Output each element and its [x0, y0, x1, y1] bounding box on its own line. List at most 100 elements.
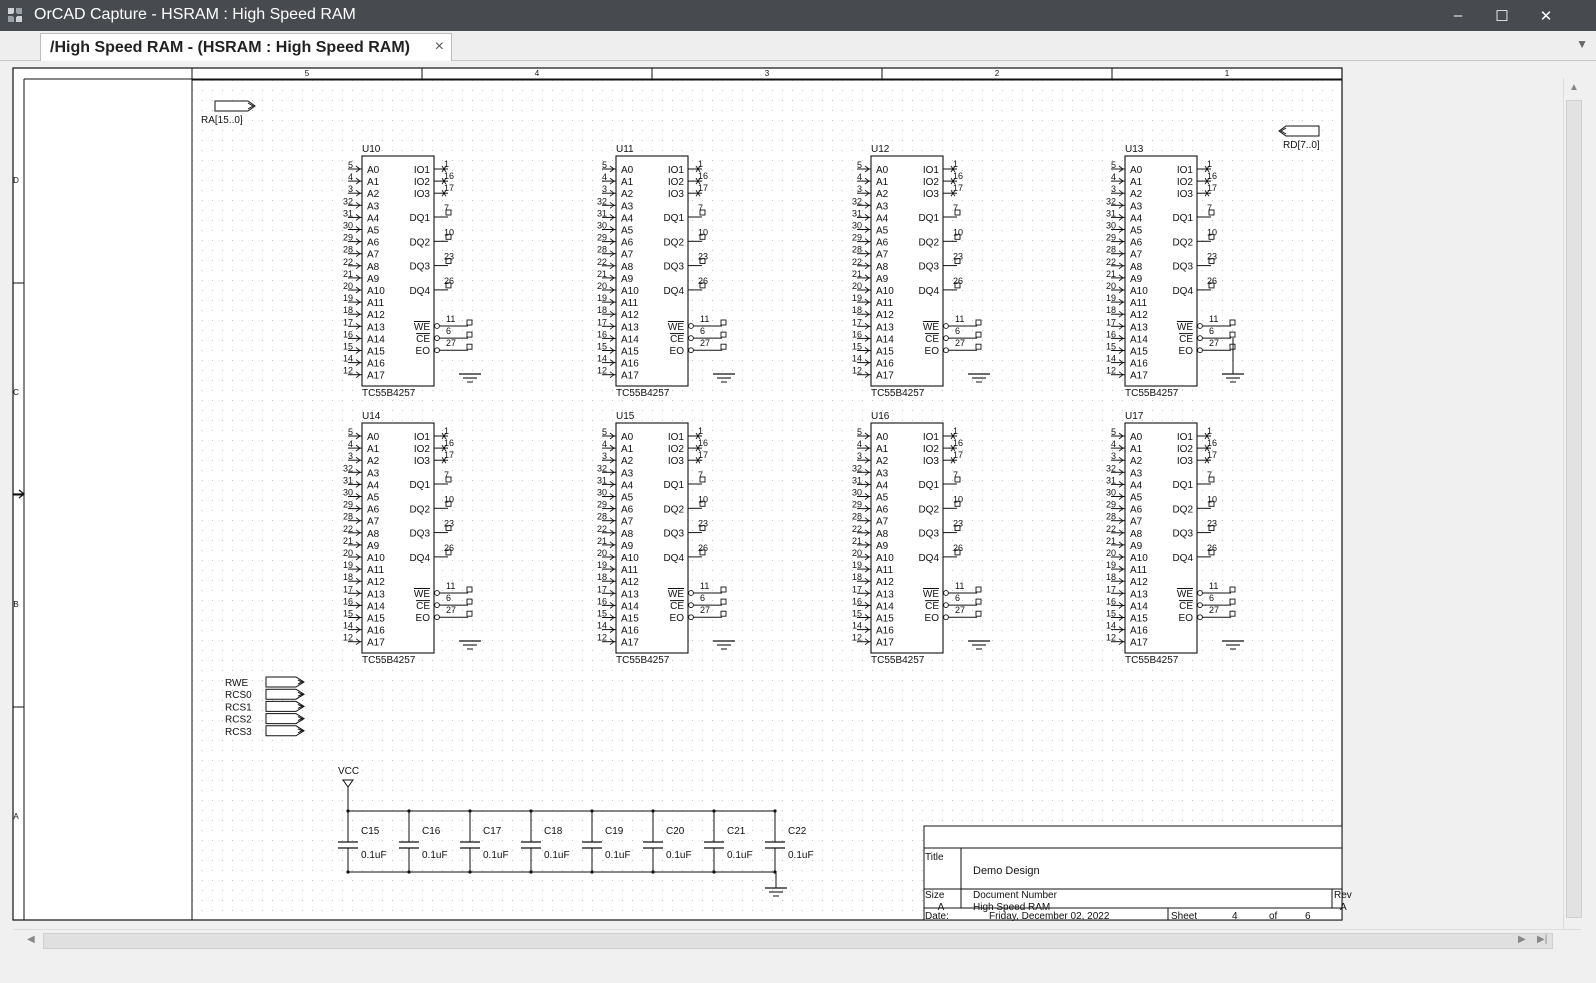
pin-number: 29: [1106, 500, 1116, 510]
pin-number: 11: [1209, 314, 1218, 324]
pin-number: 31: [852, 475, 862, 485]
pin-label: A9: [1130, 274, 1143, 285]
pin-label: A16: [1130, 359, 1148, 370]
pin-number: 17: [953, 450, 963, 460]
pin-number: 16: [1106, 596, 1116, 606]
pin-number: 5: [348, 160, 353, 170]
pin-number: 30: [852, 488, 862, 498]
minimize-button[interactable]: –: [1436, 0, 1480, 31]
inverter-bubble-icon: [943, 323, 949, 329]
pin-number: 18: [1106, 572, 1116, 582]
pin-number: 21: [597, 536, 607, 546]
pin-label: A14: [876, 601, 894, 612]
pin-number: 19: [852, 293, 862, 303]
junction-dot: [529, 870, 533, 874]
pin-number: 14: [1106, 354, 1116, 364]
vertical-scrollbar[interactable]: ▲ ▼: [1563, 78, 1584, 950]
scroll-end-icon[interactable]: ▶|: [1537, 934, 1547, 945]
offpage-stub-icon: [466, 610, 473, 617]
junction-dot: [651, 870, 655, 874]
pin-label: DQ1: [409, 213, 430, 224]
port-control-icon: [265, 713, 305, 725]
pin-number: 30: [343, 221, 353, 231]
ruler-column-label: 2: [995, 69, 1000, 78]
capacitor-value: 0.1uF: [788, 850, 814, 861]
schematic-page[interactable]: 54321 DCBA U10TC55B4257A05A14A23A332A431…: [0, 61, 1596, 983]
pin-label: IO2: [414, 177, 431, 188]
pin-label: EO: [1179, 613, 1194, 624]
pin-number: 16: [444, 438, 454, 448]
pin-number: 1: [1207, 159, 1212, 169]
pin-number: 22: [597, 257, 607, 267]
orcad-app-icon[interactable]: [7, 7, 23, 23]
pin-number: 18: [1106, 305, 1116, 315]
pin-label: A0: [1130, 165, 1143, 176]
offpage-stub-icon: [720, 610, 727, 617]
pin-number: 30: [852, 221, 862, 231]
capacitor-refdes: C22: [788, 826, 807, 837]
pin-label: A12: [621, 577, 639, 588]
pin-label: A3: [367, 468, 380, 479]
pin-number: 22: [852, 257, 862, 267]
pin-number: 10: [698, 494, 708, 504]
pin-label: DQ1: [1172, 213, 1193, 224]
document-tab-bar: /High Speed RAM - (HSRAM : High Speed RA…: [0, 31, 1596, 61]
pin-number: 7: [953, 203, 958, 213]
horizontal-scroll-thumb[interactable]: [43, 933, 1553, 949]
vertical-scroll-thumb[interactable]: [1566, 100, 1582, 918]
pin-label: DQ3: [918, 529, 939, 540]
offpage-stub-icon: [720, 598, 727, 605]
pin-label: A14: [621, 334, 639, 345]
scroll-right-icon[interactable]: ▶: [1518, 934, 1526, 945]
pin-label: A11: [876, 298, 893, 309]
pin-label: A12: [367, 310, 385, 321]
inverter-bubble-icon: [688, 335, 694, 341]
pin-label: A15: [876, 347, 894, 358]
pin-label: A1: [367, 444, 380, 455]
pin-label: A5: [367, 226, 380, 237]
scroll-up-icon[interactable]: ▲: [1569, 82, 1579, 93]
pin-number: 26: [1207, 543, 1217, 553]
pin-number: 7: [698, 470, 703, 480]
scroll-left-icon[interactable]: ◀: [27, 934, 35, 945]
capacitor-refdes: C18: [544, 826, 563, 837]
port-rd-icon: [1278, 125, 1320, 137]
pin-number: 17: [953, 183, 963, 193]
tab-close-icon[interactable]: ×: [435, 38, 444, 56]
pin-label: A7: [1130, 517, 1143, 528]
pin-label: EO: [670, 346, 685, 357]
pin-number: 7: [1207, 203, 1212, 213]
inverter-bubble-icon: [434, 590, 440, 596]
pin-number: 32: [1106, 463, 1116, 473]
pin-number: 21: [343, 269, 353, 279]
inverter-bubble-icon: [1197, 590, 1203, 596]
offpage-stub-icon: [975, 343, 982, 350]
pin-label: DQ2: [663, 237, 684, 248]
pin-number: 22: [1106, 524, 1116, 534]
pin-number: 12: [1106, 633, 1116, 643]
pin-number: 14: [597, 354, 607, 364]
ram-part-number: TC55B4257: [1125, 655, 1179, 666]
pin-label: A1: [876, 444, 889, 455]
close-button[interactable]: ✕: [1524, 0, 1568, 31]
pin-number: 11: [955, 314, 964, 324]
pin-number: 27: [955, 338, 965, 348]
pin-label: A5: [367, 493, 380, 504]
pin-number: 26: [953, 276, 963, 286]
pin-number: 21: [343, 536, 353, 546]
pin-number: 5: [857, 427, 862, 437]
pin-label: A1: [621, 444, 634, 455]
pin-label: DQ2: [918, 504, 939, 515]
horizontal-scrollbar[interactable]: ◀ ▶ ▶|: [13, 929, 1581, 952]
pin-label: DQ4: [663, 286, 684, 297]
tab-overflow-icon[interactable]: ▼: [1576, 37, 1588, 51]
maximize-button[interactable]: ☐: [1480, 0, 1524, 31]
pin-number: 4: [348, 172, 353, 182]
pin-label: A5: [621, 226, 634, 237]
pin-label: DQ4: [1172, 286, 1193, 297]
pin-label: A9: [621, 541, 634, 552]
ram-refdes: U17: [1125, 411, 1144, 422]
tab-hsram-schematic[interactable]: /High Speed RAM - (HSRAM : High Speed RA…: [40, 33, 452, 61]
pin-number: 15: [852, 342, 862, 352]
pin-label: DQ2: [663, 504, 684, 515]
